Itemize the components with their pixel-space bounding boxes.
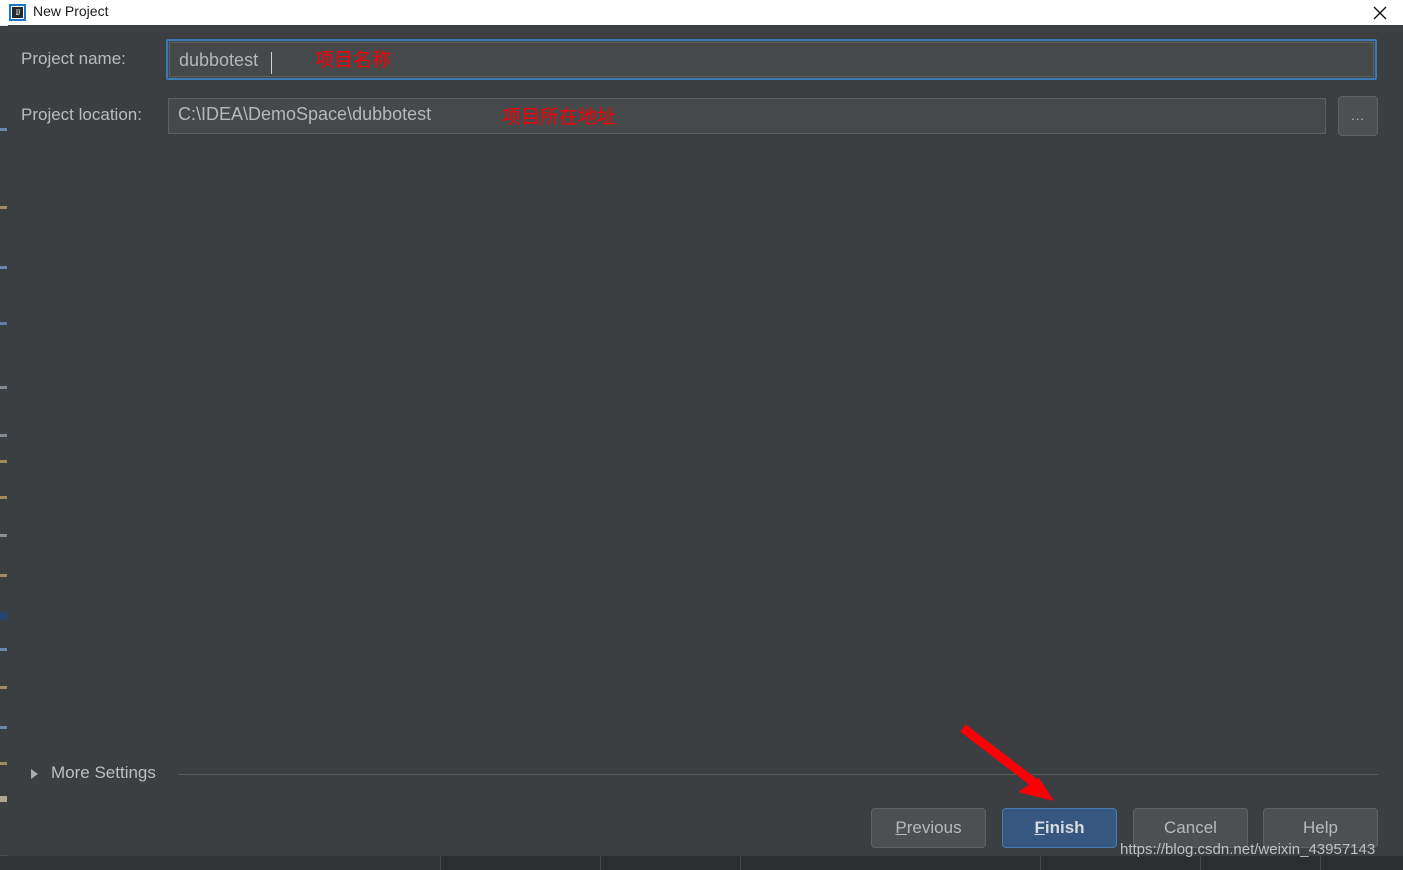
intellij-idea-icon: IJ [9,4,26,21]
project-location-label: Project location: [21,105,142,124]
ide-left-edge-strip [0,26,8,870]
new-project-dialog: Project name: dubbotest 项目名称 Project loc… [8,25,1403,856]
more-settings-label: More Settings [51,763,156,782]
project-name-value: dubbotest [179,50,259,70]
text-caret [271,52,272,74]
project-location-value: C:\IDEA\DemoSpace\dubbotest [178,104,432,124]
project-location-input[interactable]: C:\IDEA\DemoSpace\dubbotest [168,98,1326,134]
triangle-right-icon [31,769,38,779]
ellipsis-icon: ... [1351,108,1365,123]
previous-button-mnemonic: P [895,818,907,837]
finish-button-label: inish [1044,818,1085,837]
window-titlebar: IJ New Project [0,0,1403,26]
watermark-url: https://blog.csdn.net/weixin_43957143 [1120,841,1376,858]
finish-button-mnemonic: F [1034,818,1045,837]
previous-button[interactable]: Previous [871,808,986,848]
project-name-label: Project name: [21,49,126,68]
project-location-annotation: 项目所在地址 [502,107,617,128]
close-icon[interactable] [1357,0,1403,25]
finish-button[interactable]: Finish [1002,808,1117,848]
window-title: New Project [33,3,109,19]
browse-location-button[interactable]: ... [1338,96,1378,136]
previous-button-label: revious [906,818,962,837]
screenshot-root: IJ New Project Project name: dubbotest 项… [0,0,1403,870]
more-settings-divider [178,774,1378,775]
project-name-annotation: 项目名称 [315,50,392,71]
